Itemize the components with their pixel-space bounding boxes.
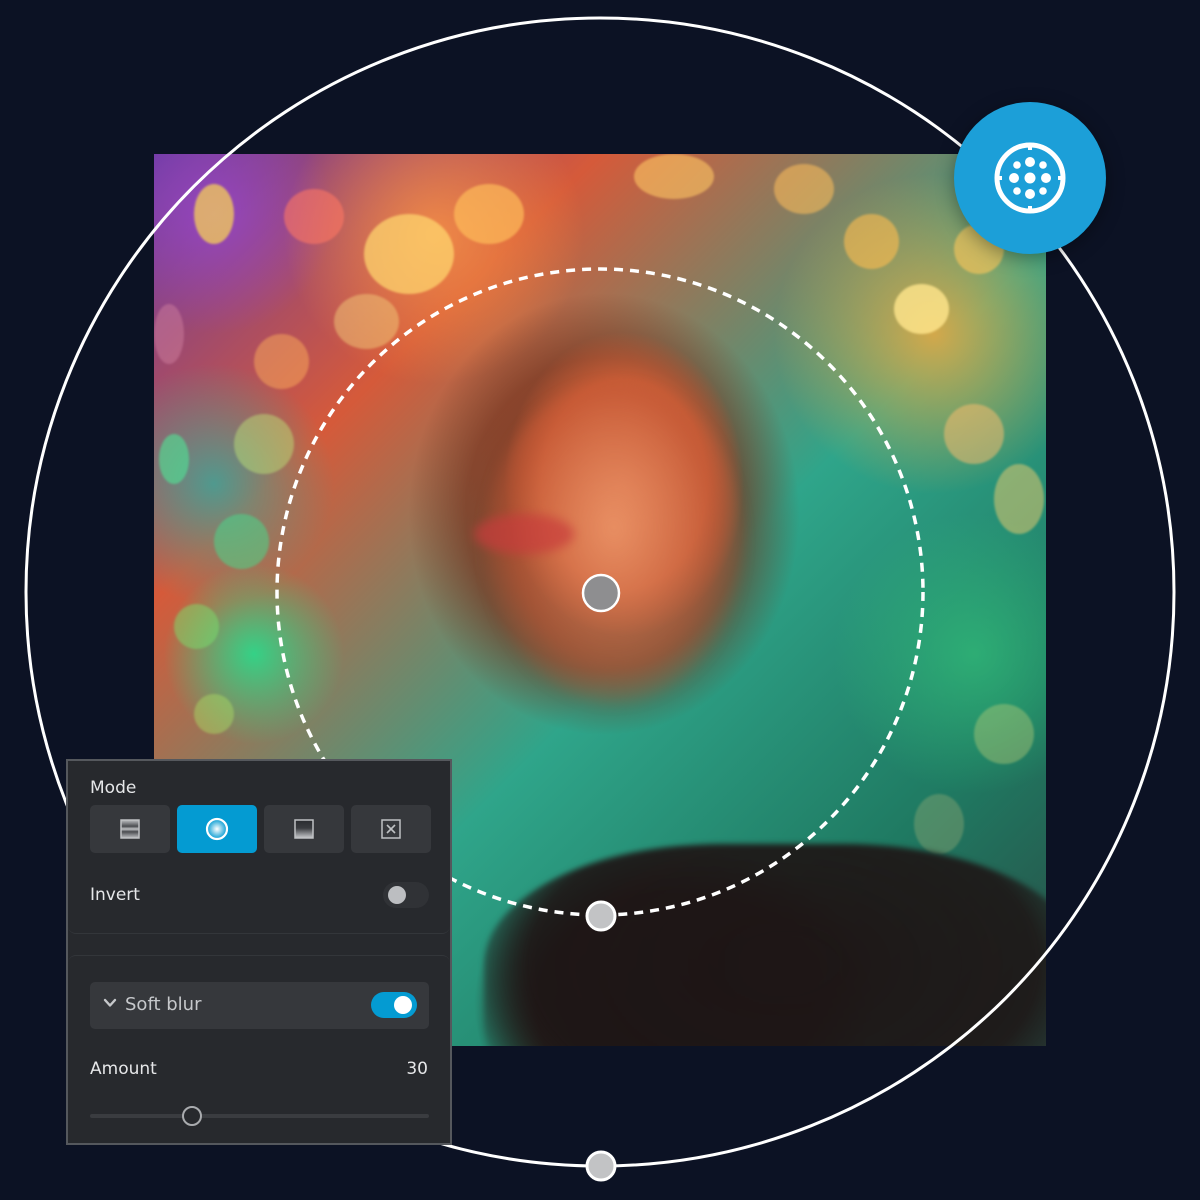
none-x-icon	[381, 819, 401, 839]
bokeh-light	[774, 164, 834, 214]
bokeh-light	[894, 284, 949, 334]
radial-tool-badge[interactable]	[954, 102, 1106, 254]
mode-selector	[90, 805, 431, 853]
amount-slider[interactable]	[90, 1106, 429, 1126]
toggle-knob	[394, 996, 412, 1014]
bokeh-light	[974, 704, 1034, 764]
mode-none-button[interactable]	[351, 805, 431, 853]
amount-label: Amount	[90, 1059, 157, 1079]
mode-label: Mode	[90, 778, 137, 798]
effect-section: Soft blur Amount 30	[68, 955, 450, 1144]
mode-linear-button[interactable]	[90, 805, 170, 853]
amount-value: 30	[406, 1059, 428, 1079]
canvas: Mode Invert Soft blur Amount 30	[0, 0, 1200, 1200]
bokeh-light	[944, 404, 1004, 464]
bokeh-light	[214, 514, 269, 569]
center-handle[interactable]	[581, 573, 621, 613]
bokeh-light	[194, 184, 234, 244]
soft-blur-toggle[interactable]	[371, 992, 417, 1018]
bokeh-light	[844, 214, 899, 269]
bokeh-light	[234, 414, 294, 474]
bokeh-light	[284, 189, 344, 244]
invert-toggle[interactable]	[383, 882, 429, 908]
slider-thumb[interactable]	[181, 1106, 202, 1126]
mask-settings-panel: Mode Invert Soft blur Amount 30	[66, 759, 452, 1145]
bokeh-light	[154, 304, 184, 364]
outer-radius-handle[interactable]	[585, 1150, 617, 1182]
bokeh-light	[194, 694, 234, 734]
toggle-knob	[388, 886, 406, 904]
chevron-down-icon	[103, 998, 117, 1007]
linear-gradient-icon	[294, 819, 314, 839]
inner-radius-handle[interactable]	[585, 900, 617, 932]
radial-focus-icon	[994, 142, 1066, 214]
bokeh-light	[454, 184, 524, 244]
effect-name: Soft blur	[125, 994, 202, 1015]
bokeh-light	[364, 214, 454, 294]
bokeh-light	[634, 154, 714, 199]
bokeh-light	[159, 434, 189, 484]
bokeh-light	[174, 604, 219, 649]
bokeh-light	[334, 294, 399, 349]
linear-band-icon	[120, 819, 140, 839]
mode-gradient-button[interactable]	[264, 805, 344, 853]
bokeh-light	[914, 794, 964, 854]
slider-track	[90, 1114, 429, 1118]
jacket	[484, 844, 1046, 1046]
mask-section: Mode Invert	[68, 761, 450, 934]
lips	[474, 514, 574, 554]
soft-blur-header[interactable]: Soft blur	[90, 982, 429, 1029]
mode-radial-button[interactable]	[177, 805, 257, 853]
invert-label: Invert	[90, 885, 140, 905]
bokeh-light	[254, 334, 309, 389]
bokeh-light	[994, 464, 1044, 534]
radial-circle-icon	[205, 817, 229, 841]
